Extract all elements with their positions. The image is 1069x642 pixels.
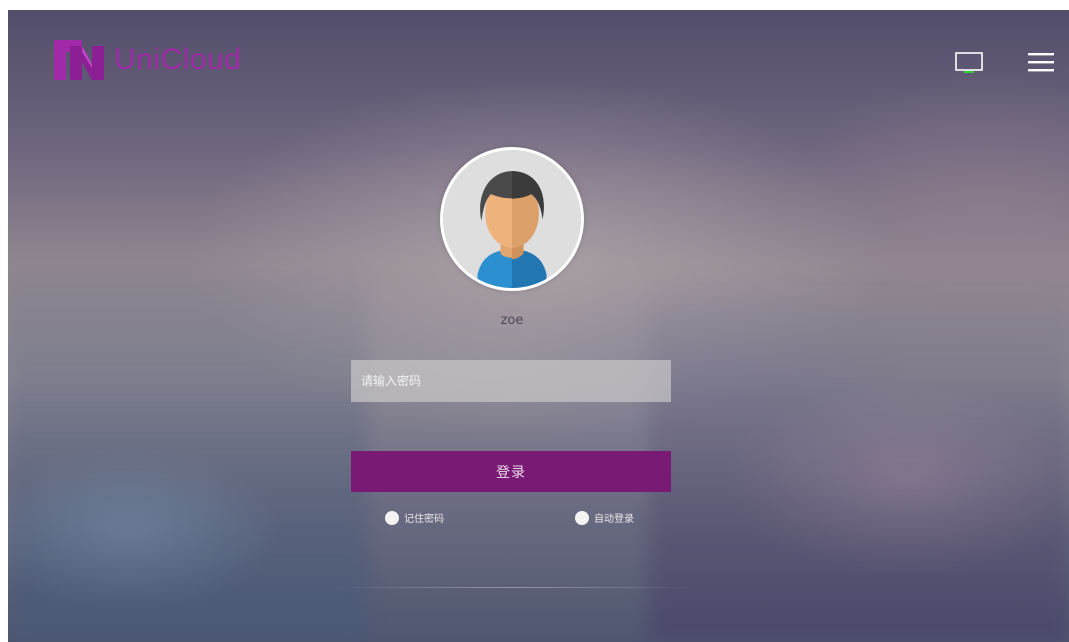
- monitor-icon[interactable]: [954, 50, 984, 76]
- divider: [328, 587, 698, 588]
- background-blur: [8, 260, 368, 642]
- background-blur: [649, 280, 1069, 642]
- login-button[interactable]: 登录: [351, 451, 671, 492]
- menu-icon[interactable]: [1026, 50, 1056, 76]
- username-label: zoe: [500, 313, 524, 328]
- remember-password-option[interactable]: 记住密码: [385, 510, 444, 525]
- user-avatar-icon: [443, 150, 581, 288]
- remember-password-label: 记住密码: [404, 514, 444, 525]
- brand-logo: UniCloud: [52, 38, 241, 82]
- auto-login-radio[interactable]: [575, 510, 589, 525]
- brand-name: UniCloud: [114, 43, 242, 76]
- password-field[interactable]: [351, 360, 671, 402]
- avatar[interactable]: [440, 147, 584, 291]
- auto-login-label: 自动登录: [594, 514, 634, 525]
- remember-password-radio[interactable]: [385, 510, 399, 525]
- auto-login-option[interactable]: 自动登录: [575, 510, 634, 525]
- unicloud-logo-icon: [54, 40, 104, 80]
- login-screen: UniCloud zoe 登录 记住密码 自动登录: [8, 10, 1069, 642]
